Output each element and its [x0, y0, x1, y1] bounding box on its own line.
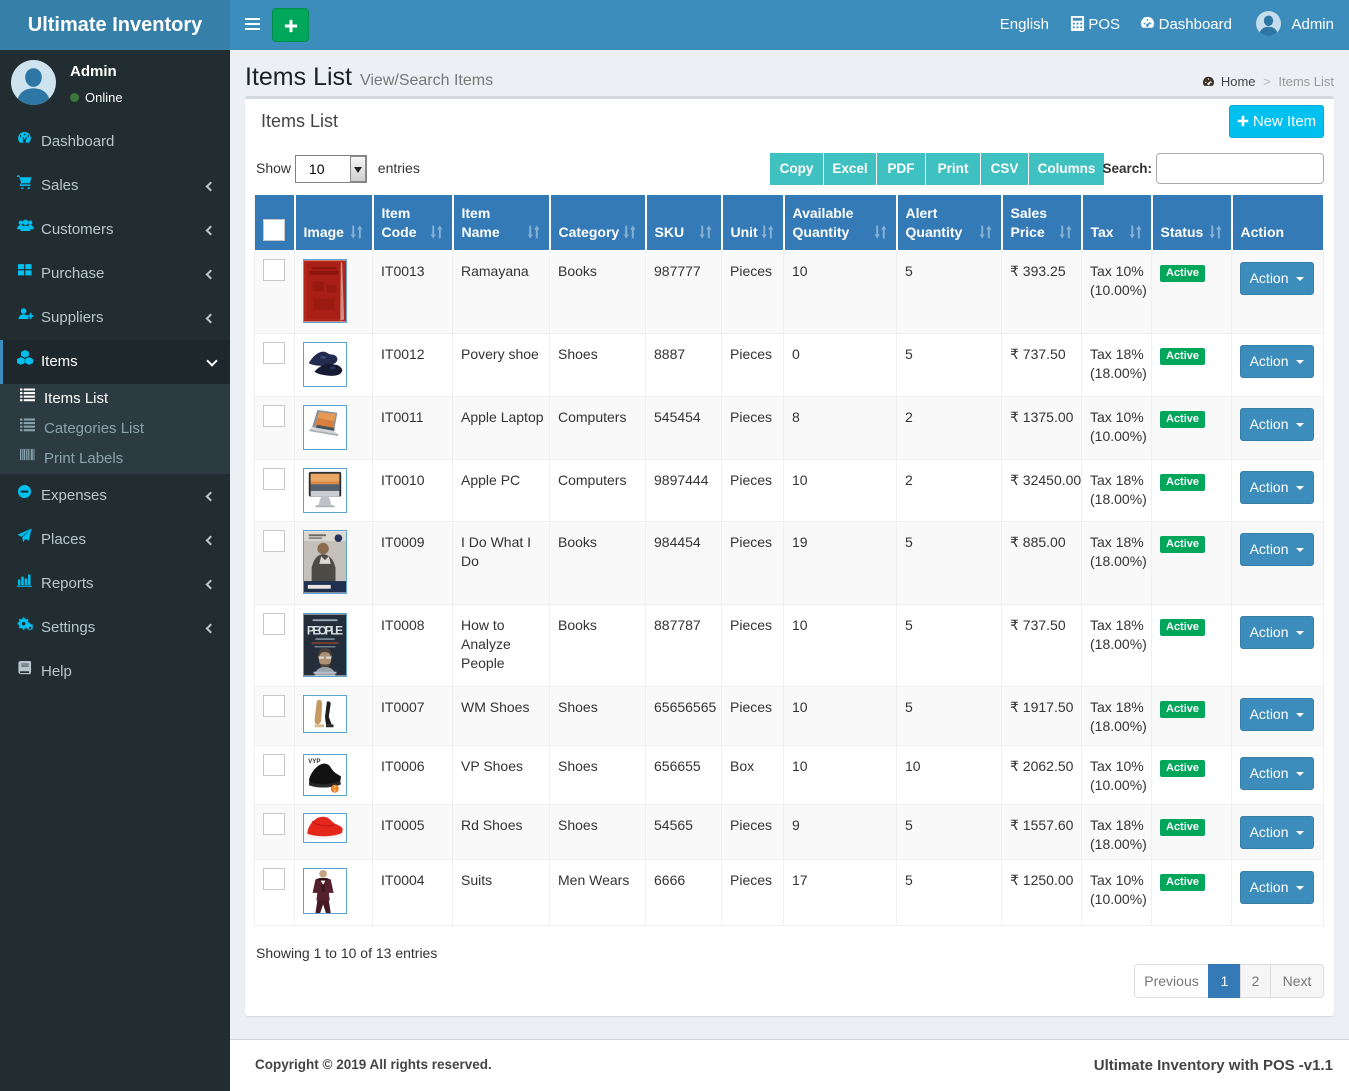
- svg-text:VYP: VYP: [308, 758, 320, 765]
- svg-text:PEOPLE: PEOPLE: [307, 623, 343, 637]
